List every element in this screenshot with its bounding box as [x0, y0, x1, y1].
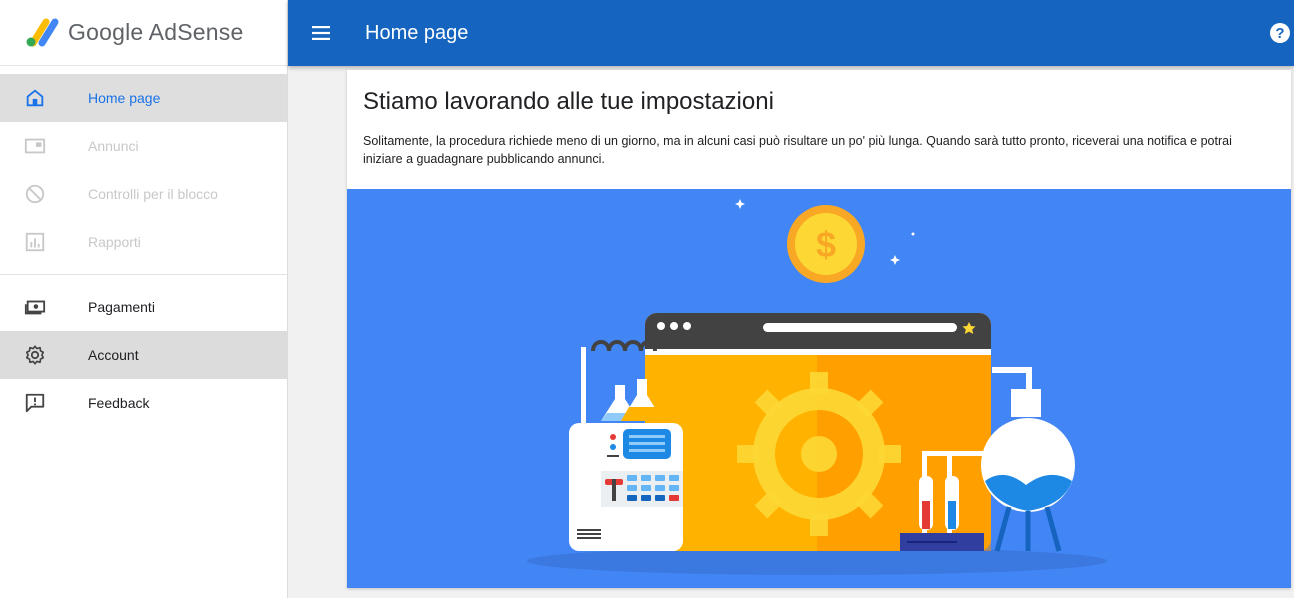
- block-icon: [25, 184, 45, 204]
- card-title: Stiamo lavorando alle tue impostazioni: [363, 88, 774, 115]
- hamburger-menu-button[interactable]: [288, 0, 354, 66]
- brand-logo[interactable]: Google AdSense: [0, 0, 287, 66]
- ads-icon: [24, 138, 46, 154]
- sidebar-item-label: Controlli per il blocco: [88, 186, 218, 202]
- sidebar: Google AdSense Home page Annunci Control…: [0, 0, 288, 598]
- sidebar-item-payments[interactable]: Pagamenti: [0, 283, 287, 331]
- home-icon: [26, 89, 44, 107]
- sidebar-item-block-controls: Controlli per il blocco: [0, 170, 287, 218]
- app-header: Home page ?: [288, 0, 1294, 66]
- sidebar-item-reports: Rapporti: [0, 218, 287, 266]
- lab-illustration-icon: $: [527, 199, 1107, 575]
- payments-icon: [24, 300, 46, 315]
- brand-name: Google AdSense: [68, 19, 244, 45]
- sidebar-item-account[interactable]: Account: [0, 331, 287, 379]
- sidebar-item-label: Home page: [88, 90, 161, 106]
- svg-text:$: $: [816, 224, 836, 265]
- gear-icon: [25, 345, 45, 365]
- nav-primary: Home page Annunci Controlli per il blocc…: [0, 66, 287, 275]
- sidebar-item-label: Pagamenti: [88, 299, 155, 315]
- page-title: Home page: [365, 21, 469, 44]
- sidebar-item-label: Rapporti: [88, 234, 141, 250]
- reports-icon: [25, 232, 45, 252]
- sidebar-item-home[interactable]: Home page: [0, 74, 287, 122]
- hamburger-menu-icon: [312, 26, 330, 40]
- status-card: Stiamo lavorando alle tue impostazioni S…: [347, 70, 1291, 588]
- help-button[interactable]: ?: [1270, 23, 1290, 43]
- nav-secondary: Pagamenti Account Feedback: [0, 275, 287, 427]
- card-description: Solitamente, la procedura richiede meno …: [363, 134, 1232, 166]
- sidebar-item-label: Feedback: [88, 395, 150, 411]
- help-icon: ?: [1275, 24, 1285, 42]
- sidebar-item-feedback[interactable]: Feedback: [0, 379, 287, 427]
- adsense-logo-icon: [26, 18, 59, 46]
- sidebar-item-label: Annunci: [88, 138, 139, 154]
- feedback-icon: [25, 393, 45, 413]
- sidebar-item-ads: Annunci: [0, 122, 287, 170]
- sidebar-item-label: Account: [88, 347, 139, 363]
- setup-illustration: $: [347, 189, 1291, 588]
